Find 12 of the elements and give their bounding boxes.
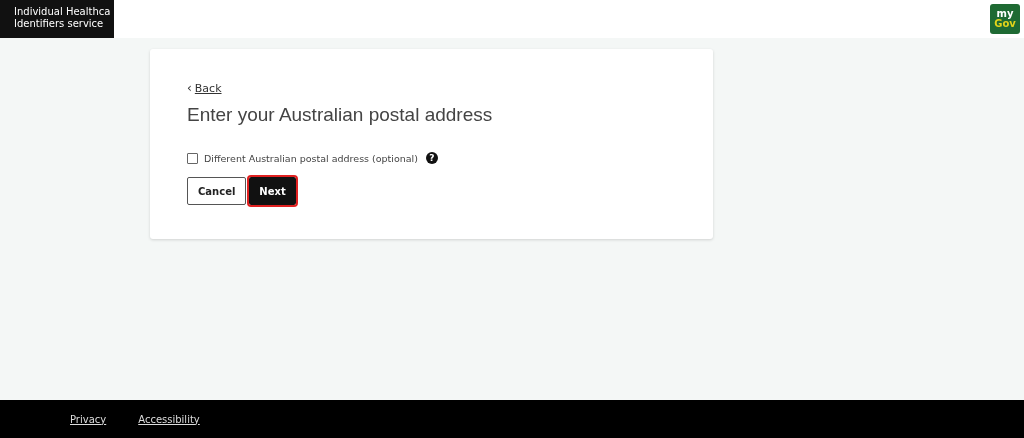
footer-link[interactable]: Privacy <box>70 413 107 425</box>
service-name: Individual Healthca <box>14 6 112 18</box>
mygov-logo[interactable]: my Gov <box>990 4 1020 34</box>
back-link[interactable]: ‹ Back <box>187 81 222 95</box>
checkbox[interactable] <box>187 152 198 164</box>
next-button[interactable]: Next <box>249 177 296 205</box>
help-icon[interactable]: ? <box>425 152 438 164</box>
page-heading: Enter your Australian postal address <box>187 104 494 126</box>
checkbox-label[interactable]: Different Australian postal address (optional) <box>204 152 418 164</box>
footer-link[interactable]: Accessibility <box>138 413 200 425</box>
service-name: Identifiers service <box>14 18 105 30</box>
cancel-button[interactable]: Cancel <box>187 177 247 205</box>
